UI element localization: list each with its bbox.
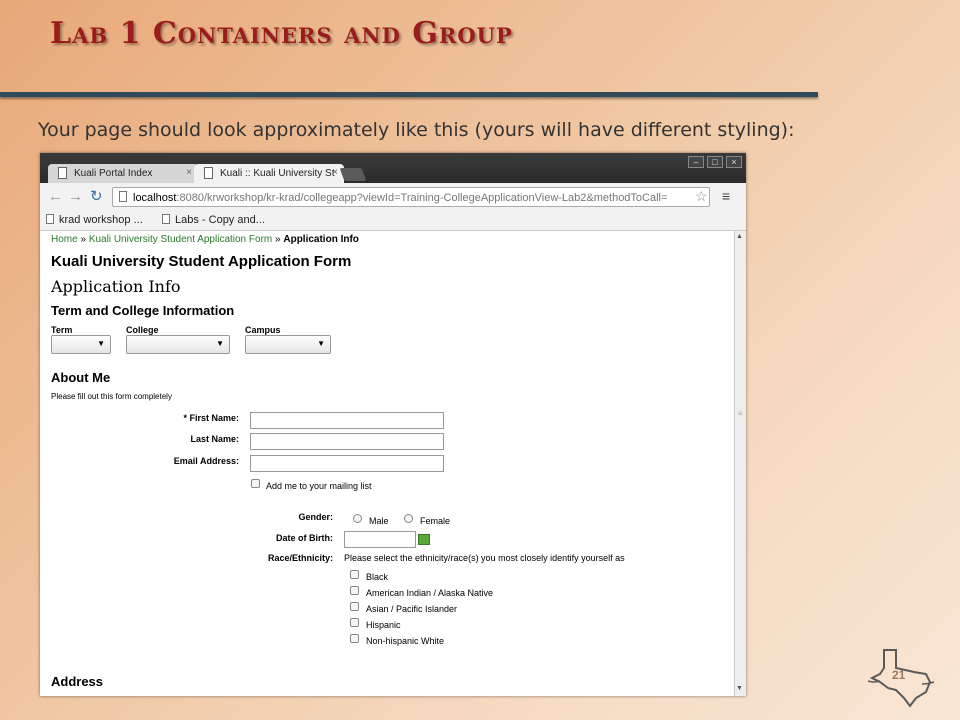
mailing-list-label: Add me to your mailing list <box>266 481 372 491</box>
slide-page-number: 21 <box>892 668 906 682</box>
dob-label: Date of Birth: <box>276 533 333 543</box>
reload-button[interactable]: ↻ <box>90 189 103 205</box>
chevron-down-icon: ▼ <box>216 339 224 348</box>
bookmark-item[interactable]: Labs - Copy and... <box>162 214 265 226</box>
race-label: Race/Ethnicity: <box>267 553 333 563</box>
tab-close-icon[interactable]: × <box>186 167 192 178</box>
race-checkbox-black[interactable] <box>350 570 359 579</box>
tab-label: Kuali :: Kuali University St <box>220 168 335 179</box>
college-select[interactable]: ▼ <box>126 335 230 354</box>
document-icon <box>46 214 54 224</box>
bookmarks-bar: krad workshop ... Labs - Copy and... <box>40 213 746 231</box>
race-option-label: Black <box>366 572 389 582</box>
tab-label: Kuali Portal Index <box>74 168 153 179</box>
race-option-label: Hispanic <box>366 620 401 630</box>
gender-male-label: Male <box>369 516 389 526</box>
tab-close-icon[interactable]: × <box>332 167 338 178</box>
dob-field[interactable] <box>344 531 416 548</box>
address-bar[interactable]: localhost:8080/krworkshop/kr-krad/colleg… <box>112 187 710 207</box>
email-field[interactable] <box>250 455 444 472</box>
gender-female-label: Female <box>420 516 451 526</box>
race-option-label: Asian / Pacific Islander <box>366 604 458 614</box>
bookmark-label: krad workshop ... <box>59 214 143 226</box>
calendar-icon[interactable] <box>418 534 430 545</box>
breadcrumb-separator: » <box>272 234 284 245</box>
browser-window: Kuali Portal Index × Kuali :: Kuali Univ… <box>40 153 746 696</box>
document-icon <box>162 214 170 224</box>
campus-label: Campus <box>245 325 281 335</box>
breadcrumb-home[interactable]: Home <box>51 234 78 245</box>
breadcrumb-current: Application Info <box>283 234 359 245</box>
email-label: Email Address: <box>173 456 239 466</box>
new-tab-button[interactable] <box>339 168 367 181</box>
bookmark-star-icon[interactable]: ☆ <box>695 188 708 205</box>
vertical-scrollbar[interactable]: ▲ ≡ ▼ <box>734 231 746 696</box>
section-heading-address: Address <box>51 674 104 689</box>
scroll-down-icon[interactable]: ▼ <box>736 685 743 692</box>
url-path: :8080/krworkshop/kr-krad/collegeapp?view… <box>176 192 668 204</box>
document-icon <box>204 167 213 179</box>
title-rule <box>0 92 818 97</box>
breadcrumb: Home » Kuali University Student Applicat… <box>51 234 359 245</box>
bookmark-label: Labs - Copy and... <box>175 214 265 226</box>
gender-female-radio[interactable] <box>404 514 413 523</box>
race-option-label: Non-hispanic White <box>366 636 445 646</box>
page-icon <box>119 191 127 202</box>
first-name-field[interactable] <box>250 412 444 429</box>
term-select[interactable]: ▼ <box>51 335 111 354</box>
document-icon <box>58 167 67 179</box>
college-label: College <box>126 325 159 335</box>
first-name-label: * First Name: <box>183 413 239 423</box>
scroll-up-icon[interactable]: ▲ <box>736 233 743 240</box>
gender-label: Gender: <box>298 512 333 522</box>
tab-kuali-university[interactable]: Kuali :: Kuali University St × <box>194 164 344 183</box>
gender-male-radio[interactable] <box>353 514 362 523</box>
browser-toolbar: ← → ↻ localhost:8080/krworkshop/kr-krad/… <box>40 183 746 213</box>
page-content: Home » Kuali University Student Applicat… <box>40 231 734 696</box>
form-instructions: Please fill out this form completely <box>51 392 172 401</box>
section-heading-about-me: About Me <box>51 370 111 385</box>
breadcrumb-separator: » <box>77 234 89 245</box>
section-heading-term: Term and College Information <box>51 303 235 318</box>
back-button[interactable]: ← <box>48 189 63 205</box>
close-window-button[interactable]: × <box>726 156 742 168</box>
term-label: Term <box>51 325 73 335</box>
minimize-button[interactable]: – <box>688 156 704 168</box>
chevron-down-icon: ▼ <box>317 339 325 348</box>
tab-kuali-portal-index[interactable]: Kuali Portal Index × <box>48 164 198 183</box>
slide-title: Lab 1 Containers and Group <box>50 16 513 51</box>
tab-strip: Kuali Portal Index × Kuali :: Kuali Univ… <box>40 153 746 183</box>
bookmark-item[interactable]: krad workshop ... <box>46 214 143 226</box>
slide-subtitle: Your page should look approximately like… <box>38 119 795 141</box>
mailing-list-checkbox[interactable] <box>251 479 260 488</box>
race-option-label: American Indian / Alaska Native <box>366 588 494 598</box>
race-checkbox-asian[interactable] <box>350 602 359 611</box>
forward-button[interactable]: → <box>68 189 83 205</box>
breadcrumb-app[interactable]: Kuali University Student Application For… <box>89 234 272 245</box>
last-name-label: Last Name: <box>190 434 239 444</box>
page-title: Application Info <box>51 277 181 296</box>
race-checkbox-non-hispanic-white[interactable] <box>350 634 359 643</box>
maximize-button[interactable]: □ <box>707 156 723 168</box>
race-instructions: Please select the ethnicity/race(s) you … <box>344 553 625 563</box>
last-name-field[interactable] <box>250 433 444 450</box>
form-title: Kuali University Student Application For… <box>51 253 352 270</box>
url-host: localhost <box>133 192 177 204</box>
race-checkbox-american-indian[interactable] <box>350 586 359 595</box>
chevron-down-icon: ▼ <box>97 339 105 348</box>
race-checkbox-hispanic[interactable] <box>350 618 359 627</box>
scroll-grip-icon: ≡ <box>738 409 743 418</box>
campus-select[interactable]: ▼ <box>245 335 331 354</box>
browser-menu-icon[interactable]: ≡ <box>722 188 730 204</box>
